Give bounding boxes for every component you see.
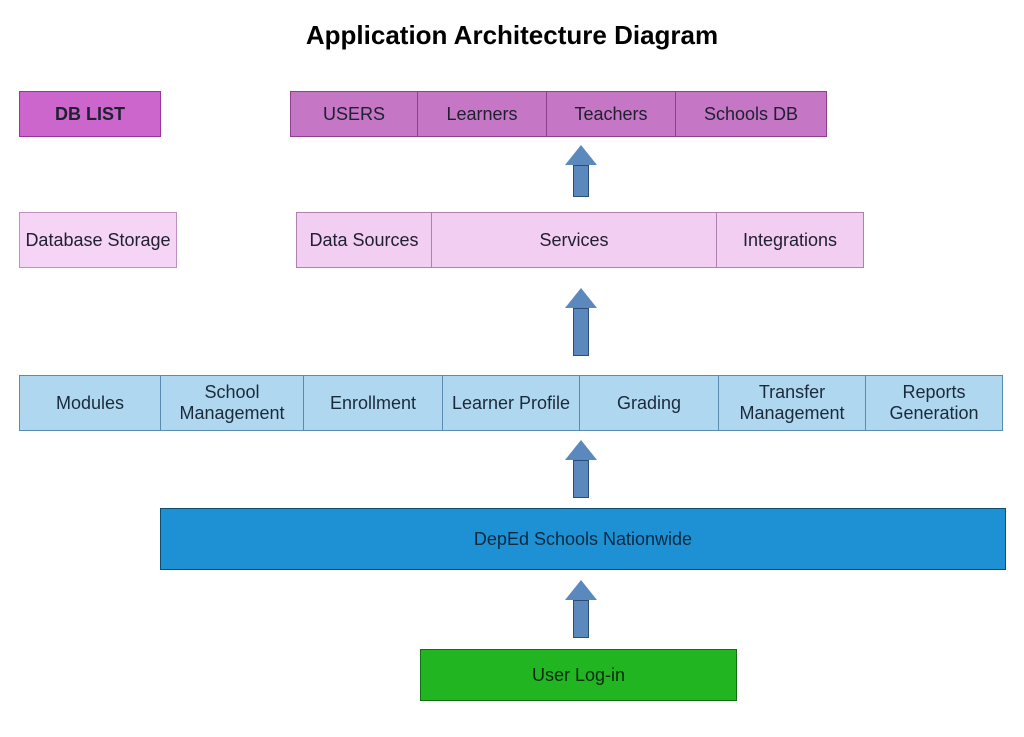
diagram-title: Application Architecture Diagram [0,20,1024,51]
arrow-up-icon [565,440,597,498]
mod-reports-generation: Reports Generation [865,375,1003,431]
mod-label: Modules [19,375,161,431]
schools-nationwide-box: DepEd Schools Nationwide [160,508,1006,570]
db-box-teachers: Teachers [546,91,676,137]
mod-learner-profile: Learner Profile [442,375,580,431]
modules-row: Modules School Management Enrollment Lea… [19,375,1003,431]
database-storage-boxes: Data Sources Services Integrations [296,212,864,268]
db-box-users: USERS [290,91,418,137]
arrow-up-icon [565,288,597,356]
ds-box-data-sources: Data Sources [296,212,432,268]
db-box-learners: Learners [417,91,547,137]
ds-box-services: Services [431,212,717,268]
db-list-boxes: USERS Learners Teachers Schools DB [290,91,827,137]
arrow-up-icon [565,145,597,197]
mod-school-management: School Management [160,375,304,431]
ds-box-integrations: Integrations [716,212,864,268]
user-login-box: User Log-in [420,649,737,701]
db-list-label: DB LIST [19,91,161,137]
database-storage-label: Database Storage [19,212,177,268]
mod-grading: Grading [579,375,719,431]
db-box-schools: Schools DB [675,91,827,137]
arrow-up-icon [565,580,597,638]
mod-enrollment: Enrollment [303,375,443,431]
mod-transfer-management: Transfer Management [718,375,866,431]
